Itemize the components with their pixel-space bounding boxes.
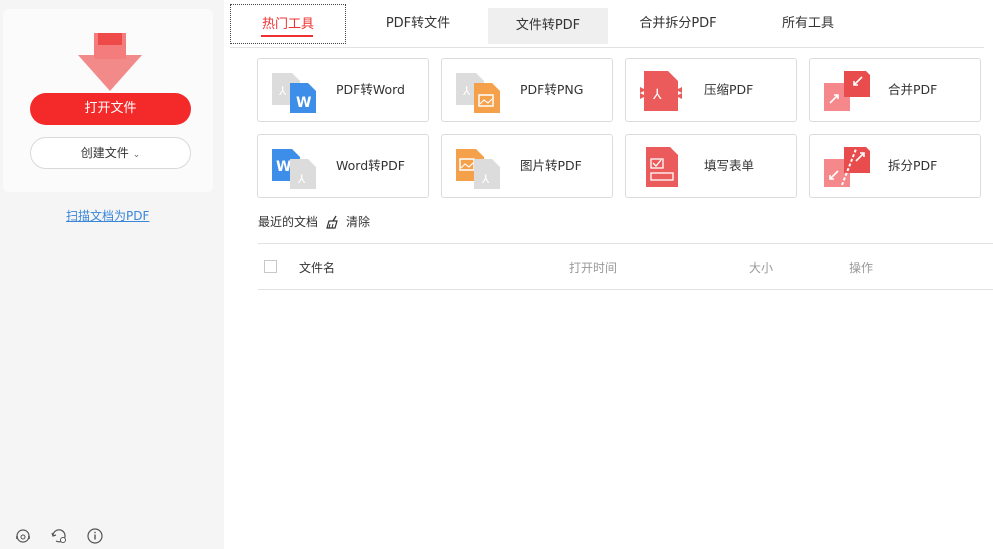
scan-to-pdf-link[interactable]: 扫描文档为PDF xyxy=(66,207,149,224)
tab-pdf-to-file[interactable]: PDF转文件 xyxy=(366,4,470,44)
open-file-button[interactable]: 打开文件 xyxy=(30,93,191,125)
column-header-filename[interactable]: 文件名 xyxy=(299,259,335,276)
tool-split-pdf[interactable]: 拆分PDF xyxy=(809,134,981,198)
tool-pdf-to-png[interactable]: ⅄ PDF转PNG xyxy=(441,58,613,122)
info-icon[interactable] xyxy=(86,527,106,547)
tool-compress-pdf[interactable]: ⅄ 压缩PDF xyxy=(625,58,797,122)
download-arrow-icon xyxy=(78,33,142,91)
svg-text:⅄: ⅄ xyxy=(652,87,662,103)
image-to-pdf-icon: ⅄ xyxy=(456,149,500,189)
tab-pdf-to-file-label: PDF转文件 xyxy=(385,16,451,31)
select-all-checkbox[interactable] xyxy=(264,260,277,273)
create-file-dropdown[interactable]: 创建文件 ⌄ xyxy=(30,137,191,169)
tab-file-to-pdf[interactable]: 文件转PDF xyxy=(488,8,608,44)
tool-word-to-pdf[interactable]: W ⅄ Word转PDF xyxy=(257,134,429,198)
tab-hot-tools[interactable]: 热门工具 xyxy=(230,4,346,44)
pdf-to-png-icon: ⅄ xyxy=(456,73,500,113)
svg-text:⅄: ⅄ xyxy=(297,172,306,186)
divider xyxy=(258,243,993,244)
tab-hot-tools-label: 热门工具 xyxy=(261,17,314,32)
sidebar: 打开文件 创建文件 ⌄ 扫描文档为PDF xyxy=(0,0,224,549)
create-file-label: 创建文件 xyxy=(80,146,129,160)
tool-label: 压缩PDF xyxy=(704,82,754,97)
chevron-down-icon: ⌄ xyxy=(132,150,141,160)
tool-label: 图片转PDF xyxy=(520,158,582,173)
clear-recent-button[interactable]: 清除 xyxy=(326,213,370,230)
column-header-size[interactable]: 大小 xyxy=(749,259,773,276)
merge-pdf-icon xyxy=(824,71,870,111)
svg-text:⅄: ⅄ xyxy=(481,172,490,186)
clear-label: 清除 xyxy=(346,215,371,229)
svg-text:⅄: ⅄ xyxy=(462,84,471,98)
tab-file-to-pdf-label: 文件转PDF xyxy=(515,18,581,33)
tab-merge-split-pdf-label: 合并拆分PDF xyxy=(639,16,717,31)
settings-sync-icon[interactable] xyxy=(50,527,70,547)
tab-merge-split-pdf[interactable]: 合并拆分PDF xyxy=(626,4,730,44)
tool-label: 合并PDF xyxy=(888,82,938,97)
tab-all-tools[interactable]: 所有工具 xyxy=(758,4,858,44)
tab-bar: 热门工具 PDF转文件 文件转PDF 合并拆分PDF 所有工具 xyxy=(230,4,984,48)
tab-all-tools-label: 所有工具 xyxy=(781,16,834,31)
support-icon[interactable] xyxy=(14,527,34,547)
tool-label: PDF转Word xyxy=(336,82,405,97)
word-to-pdf-icon: W ⅄ xyxy=(272,149,316,189)
svg-text:⅄: ⅄ xyxy=(278,84,287,98)
column-header-actions: 操作 xyxy=(849,261,874,275)
active-tab-indicator xyxy=(261,35,313,37)
divider xyxy=(258,289,993,290)
sidebar-footer xyxy=(14,527,106,547)
app-window: 打开文件 创建文件 ⌄ 扫描文档为PDF 热门工具 PDF转文件 文件转PDF … xyxy=(0,0,993,549)
svg-text:W: W xyxy=(276,159,291,175)
open-card: 打开文件 创建文件 ⌄ xyxy=(3,9,213,192)
compress-pdf-icon: ⅄ xyxy=(640,71,682,111)
tool-label: Word转PDF xyxy=(336,158,405,173)
tool-fill-form[interactable]: 填写表单 xyxy=(625,134,797,198)
pdf-to-word-icon: ⅄ W xyxy=(272,73,316,113)
fill-form-icon xyxy=(646,147,678,187)
tool-label: 拆分PDF xyxy=(888,158,938,173)
broom-icon xyxy=(326,215,338,229)
split-pdf-icon xyxy=(824,147,870,187)
tool-image-to-pdf[interactable]: ⅄ 图片转PDF xyxy=(441,134,613,198)
tool-merge-pdf[interactable]: 合并PDF xyxy=(809,58,981,122)
tool-label: 填写表单 xyxy=(704,158,755,173)
tool-pdf-to-word[interactable]: ⅄ W PDF转Word xyxy=(257,58,429,122)
svg-text:W: W xyxy=(296,95,311,111)
tool-label: PDF转PNG xyxy=(520,82,584,97)
column-header-open-time[interactable]: 打开时间 xyxy=(569,259,617,276)
recent-documents-title: 最近的文档 xyxy=(258,215,319,229)
